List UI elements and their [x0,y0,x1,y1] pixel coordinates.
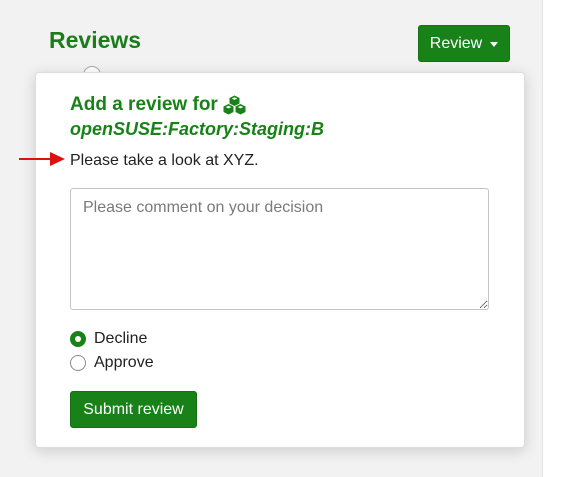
review-dropdown-button[interactable]: Review [418,25,510,62]
decline-option[interactable]: Decline [70,329,147,349]
comment-textarea[interactable] [70,188,489,310]
review-description: Please take a look at XYZ. [70,152,259,169]
caret-down-icon [490,41,499,47]
approve-option[interactable]: Approve [70,353,154,373]
decline-label: Decline [94,330,148,347]
decline-radio[interactable] [70,331,86,347]
right-panel [543,0,571,477]
project-name: openSUSE:Factory:Staging:B [70,119,325,139]
approve-radio[interactable] [70,355,86,371]
approve-label: Approve [94,354,154,371]
popup-title: Add a review for [70,92,246,117]
review-button-label: Review [429,34,483,52]
cubes-icon [223,95,246,114]
red-arrow-icon [19,152,65,166]
reviews-heading: Reviews [49,27,142,53]
popup-title-text: Add a review for [70,94,218,115]
submit-review-button[interactable]: Submit review [70,391,197,428]
add-review-popup: Add a review for openSUSE:Factory:Stagin… [35,72,525,448]
